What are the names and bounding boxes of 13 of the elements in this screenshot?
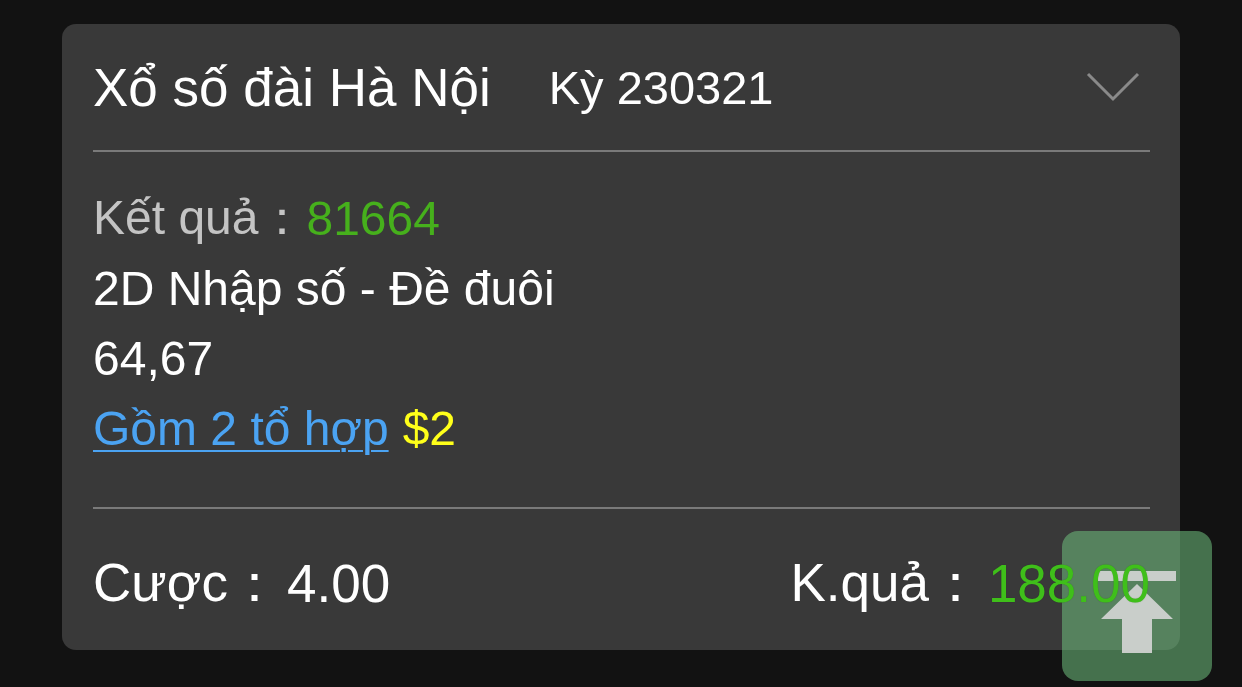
summary-value: 4.00 (287, 553, 391, 614)
bet-type-text: 2D Nhập số - Đề đuôi (93, 260, 555, 316)
summary-value: 188.00 (987, 553, 1150, 614)
result-number: 81664 (306, 190, 440, 246)
summary-label: Cược： (93, 551, 281, 614)
draw-period: Kỳ 230321 (548, 59, 774, 115)
amount-text: $2 (402, 400, 456, 456)
result-label: Kết quả： (93, 190, 307, 246)
chevron-down-icon[interactable] (1086, 72, 1140, 102)
summary-label: K.quả： (790, 551, 982, 614)
lottery-title: Xổ số đài Hà Nội (93, 56, 491, 118)
combinations-link[interactable]: Gồm 2 tổ hợp (93, 400, 389, 456)
picked-numbers: 64,67 (93, 330, 214, 386)
